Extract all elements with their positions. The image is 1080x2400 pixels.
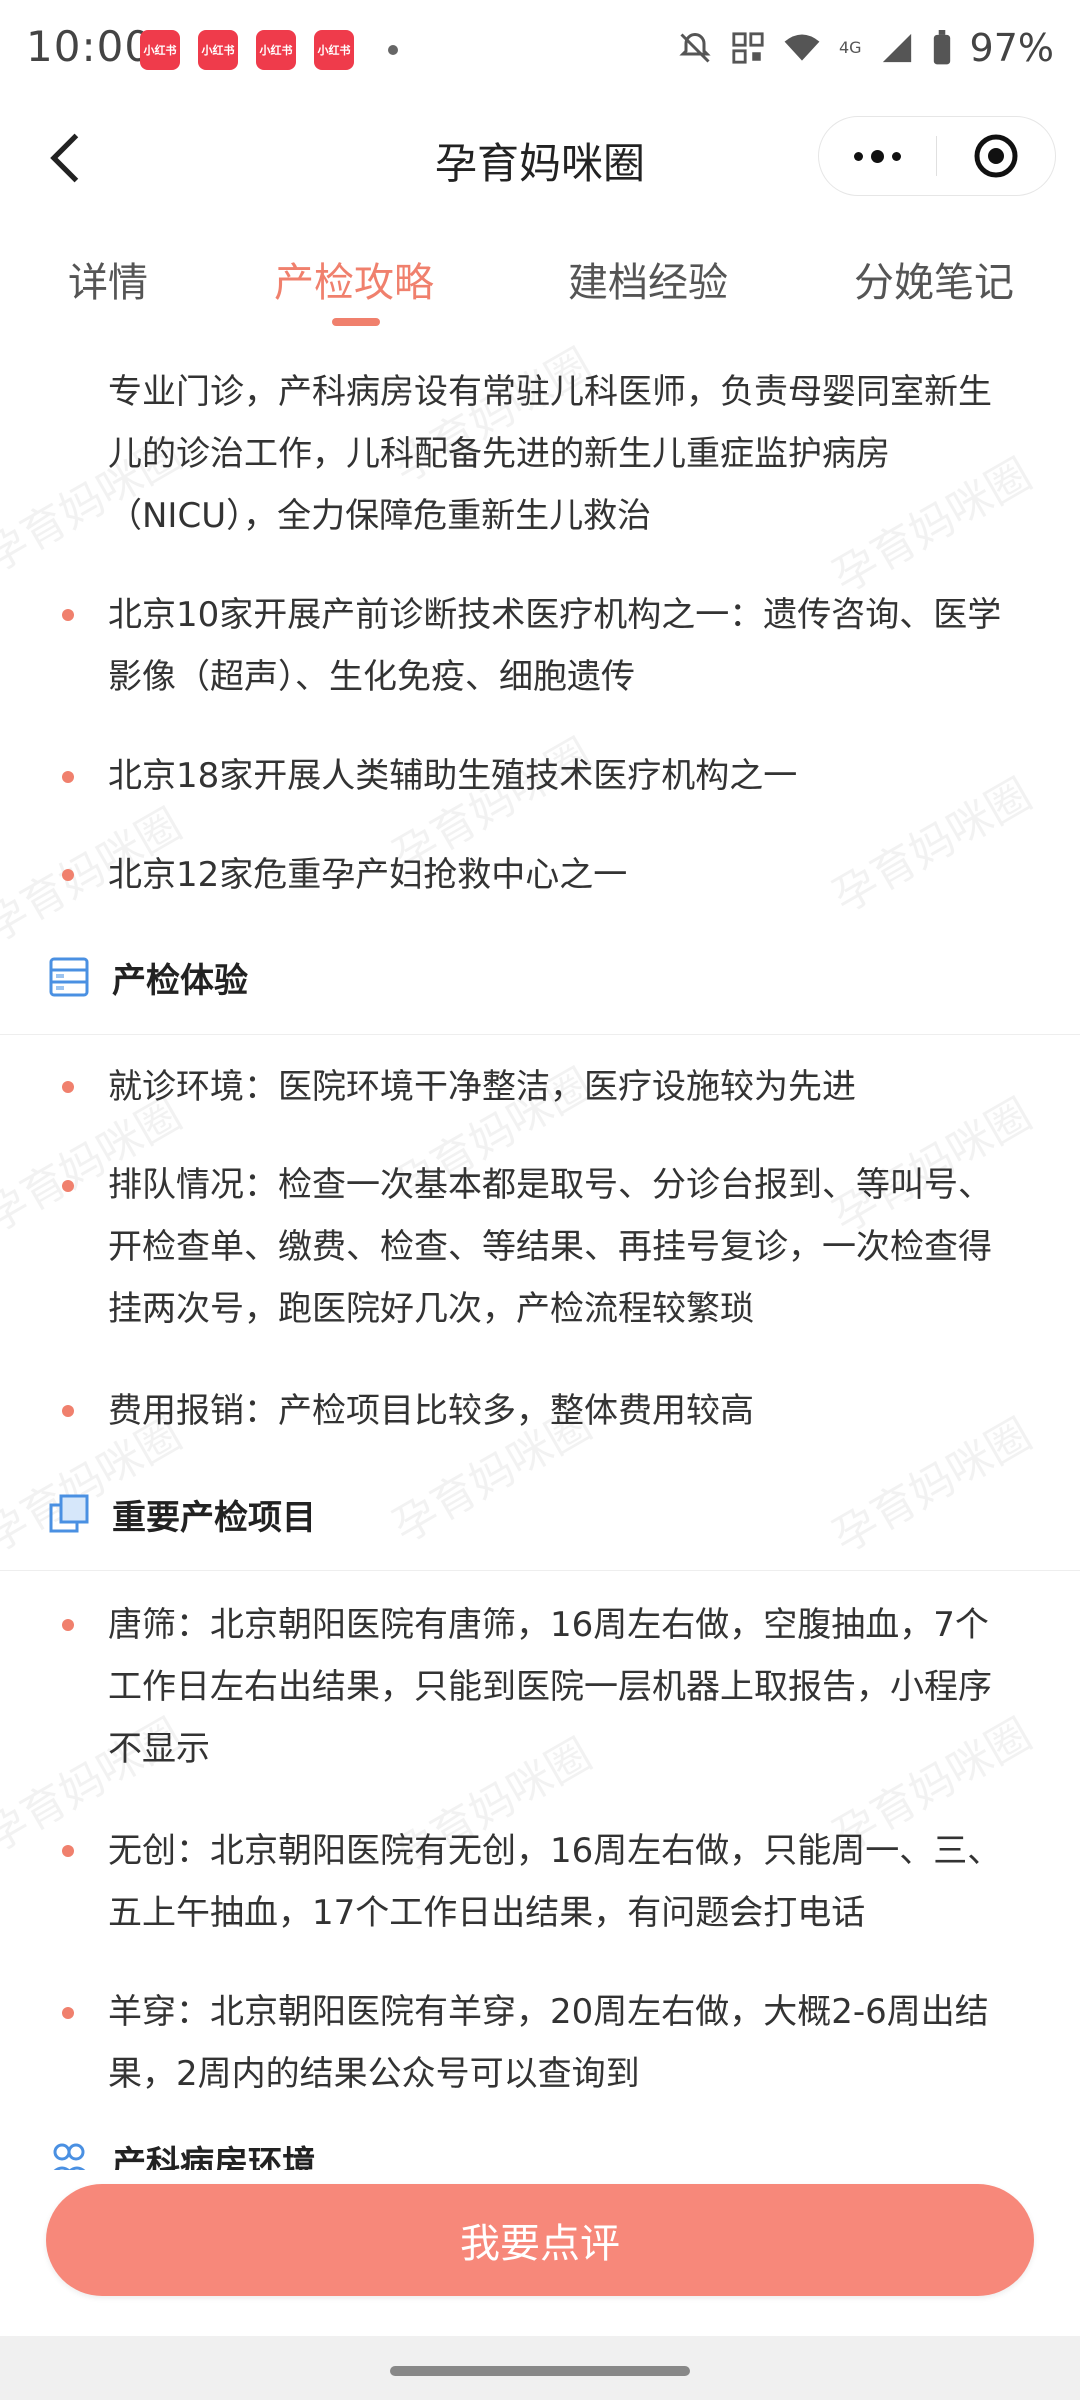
section-header-experience: 产检体验 bbox=[48, 947, 248, 1007]
list-item: 排队情况：检查一次基本都是取号、分诊台报到、等叫号、 开检查单、缴费、检查、等结… bbox=[108, 1154, 1028, 1340]
bullet-dot bbox=[62, 1845, 74, 1857]
section-title: 重要产检项目 bbox=[112, 1497, 316, 1538]
review-button[interactable]: 我要点评 bbox=[46, 2184, 1034, 2296]
content-scroll[interactable]: 孕育妈咪圈 孕育妈咪圈 孕育妈咪圈 孕育妈咪圈 孕育妈咪圈 孕育妈咪圈 孕育妈咪… bbox=[0, 340, 1080, 2170]
list-item: 北京18家开展人类辅助生殖技术医疗机构之一 bbox=[108, 745, 1028, 807]
list-item-line: 无创：北京朝阳医院有无创，16周左右做，只能周一、三、 bbox=[108, 1831, 1002, 1871]
app-badge-icon: 小红书 bbox=[256, 30, 296, 70]
mute-bell-icon bbox=[679, 32, 711, 63]
nav-bar: 孕育妈咪圈 bbox=[0, 110, 1080, 210]
close-button[interactable] bbox=[937, 117, 1054, 195]
list-item-line: 开检查单、缴费、检查、等结果、再挂号复诊，一次检查得 bbox=[108, 1227, 992, 1267]
bullet-dot bbox=[62, 1405, 74, 1417]
list-item: 唐筛：北京朝阳医院有唐筛，16周左右做，空腹抽血，7个 工作日左右出结果，只能到… bbox=[108, 1594, 1028, 1780]
list-item-line: 排队情况：检查一次基本都是取号、分诊台报到、等叫号、 bbox=[108, 1165, 992, 1205]
section-header-ward: 产科病房环境 bbox=[48, 2130, 316, 2170]
more-button[interactable] bbox=[819, 117, 936, 195]
section-title: 产检体验 bbox=[112, 960, 248, 1001]
section-divider bbox=[0, 1034, 1080, 1035]
battery-icon bbox=[933, 30, 950, 65]
list-item-line: 北京18家开展人类辅助生殖技术医疗机构之一 bbox=[108, 756, 798, 796]
bullet-dot bbox=[62, 1180, 74, 1192]
tab-bar: 详情 产检攻略 建档经验 分娩笔记 bbox=[0, 250, 1080, 330]
bullet-dot bbox=[62, 2007, 74, 2019]
tab-filing-experience[interactable]: 建档经验 bbox=[568, 250, 728, 308]
list-item-line: 唐筛：北京朝阳医院有唐筛，16周左右做，空腹抽血，7个 bbox=[108, 1605, 989, 1645]
tab-details[interactable]: 详情 bbox=[68, 250, 148, 308]
intro-line: （NICU），全力保障危重新生儿救治 bbox=[108, 496, 652, 536]
home-indicator[interactable] bbox=[390, 2366, 690, 2376]
layers-icon bbox=[49, 1494, 89, 1533]
tab-delivery-notes[interactable]: 分娩笔记 bbox=[854, 250, 1014, 308]
app-badge-icon: 小红书 bbox=[140, 30, 180, 70]
status-right: 4G 97% bbox=[677, 26, 1054, 70]
status-time: 10:00 bbox=[26, 22, 153, 71]
active-tab-indicator bbox=[332, 318, 380, 326]
more-dots-icon bbox=[854, 151, 863, 161]
list-item-line: 挂两次号，跑医院好几次，产检流程较繁琐 bbox=[108, 1289, 754, 1329]
bullet-dot bbox=[62, 609, 74, 621]
intro-line: 专业门诊，产科病房设有常驻儿科医师，负责母婴同室新生 bbox=[108, 372, 992, 412]
intro-line: 儿的诊治工作，儿科配备先进的新生儿重症监护病房 bbox=[108, 434, 890, 474]
list-item-line: 五上午抽血，17个工作日出结果，有问题会打电话 bbox=[108, 1893, 866, 1933]
list-item-line: 北京12家危重孕产妇抢救中心之一 bbox=[108, 855, 628, 895]
record-circle-icon bbox=[974, 134, 1017, 178]
list-item-line: 不显示 bbox=[108, 1729, 210, 1769]
wifi-icon bbox=[784, 34, 820, 61]
status-app-badges: 小红书 小红书 小红书 小红书 bbox=[140, 30, 398, 70]
list-item: 北京10家开展产前诊断技术医疗机构之一：遗传咨询、医学 影像（超声）、生化免疫、… bbox=[108, 584, 1028, 708]
list-item-line: 影像（超声）、生化免疫、细胞遗传 bbox=[108, 657, 635, 697]
signal-icon bbox=[882, 33, 911, 63]
list-item-line: 工作日左右出结果，只能到医院一层机器上取报告，小程序 bbox=[108, 1667, 992, 1707]
more-dot-center bbox=[871, 149, 884, 163]
section-header-items: 重要产检项目 bbox=[48, 1484, 316, 1544]
notification-dot-icon bbox=[388, 45, 398, 55]
list-item-line: 羊穿：北京朝阳医院有羊穿，20周左右做，大概2-6周出结 bbox=[108, 1992, 989, 2032]
tab-prenatal-guide[interactable]: 产检攻略 bbox=[274, 250, 434, 308]
list-item: 费用报销：产检项目比较多，整体费用较高 bbox=[108, 1380, 1028, 1442]
mini-program-capsule bbox=[818, 116, 1056, 196]
list-item-line: 费用报销：产检项目比较多，整体费用较高 bbox=[108, 1391, 754, 1431]
list-item: 羊穿：北京朝阳医院有羊穿，20周左右做，大概2-6周出结 果，2周内的结果公众号… bbox=[108, 1981, 1028, 2105]
battery-percent: 97% bbox=[969, 26, 1054, 70]
more-dot-right bbox=[892, 151, 901, 161]
bullet-dot bbox=[62, 869, 74, 881]
bullet-dot bbox=[62, 1619, 74, 1631]
people-icon bbox=[53, 2143, 86, 2170]
bullet-dot bbox=[62, 1081, 74, 1093]
network-type: 4G bbox=[838, 38, 862, 57]
intro-paragraph: 专业门诊，产科病房设有常驻儿科医师，负责母婴同室新生 儿的诊治工作，儿科配备先进… bbox=[108, 361, 1028, 547]
list-item-line: 果，2周内的结果公众号可以查询到 bbox=[108, 2054, 640, 2094]
list-item-line: 就诊环境：医院环境干净整洁，医疗设施较为先进 bbox=[108, 1067, 856, 1107]
qr-icon bbox=[732, 32, 764, 64]
app-badge-icon: 小红书 bbox=[314, 30, 354, 70]
list-item: 北京12家危重孕产妇抢救中心之一 bbox=[108, 844, 1028, 906]
list-item-line: 北京10家开展产前诊断技术医疗机构之一：遗传咨询、医学 bbox=[108, 595, 1002, 635]
app-badge-icon: 小红书 bbox=[198, 30, 238, 70]
list-item: 就诊环境：医院环境干净整洁，医疗设施较为先进 bbox=[108, 1056, 1028, 1118]
list-document-icon bbox=[49, 957, 89, 997]
bullet-dot bbox=[62, 771, 74, 783]
section-title: 产科病房环境 bbox=[112, 2143, 316, 2171]
section-divider bbox=[0, 1570, 1080, 1571]
list-item: 无创：北京朝阳医院有无创，16周左右做，只能周一、三、 五上午抽血，17个工作日… bbox=[108, 1820, 1028, 1944]
status-bar: 10:00 小红书 小红书 小红书 小红书 4G 97% bbox=[0, 0, 1080, 100]
